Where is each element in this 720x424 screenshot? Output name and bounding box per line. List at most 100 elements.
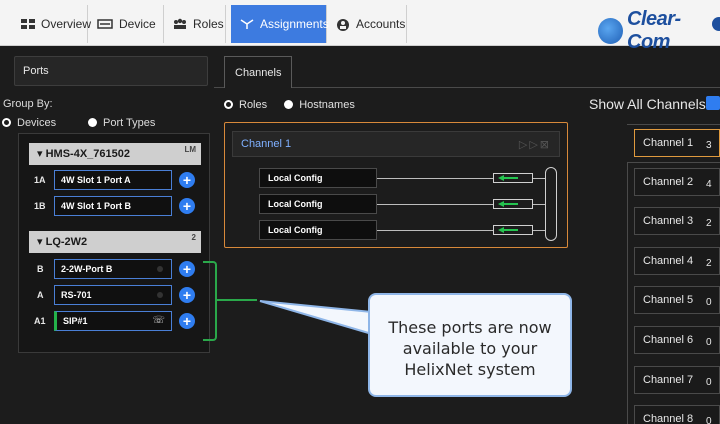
tab-accounts-label: Accounts — [356, 17, 406, 31]
tab-assignments[interactable]: Assignments — [231, 5, 329, 43]
port-row: A1 SIP#1 ☏ + — [19, 311, 209, 333]
channel-list-item[interactable]: Channel 1 3 — [634, 129, 720, 157]
channel-list-item[interactable]: Channel 8 0 — [634, 405, 720, 424]
view-hostnames-radio[interactable]: Hostnames — [284, 99, 355, 111]
tab-assignments-label: Assignments — [260, 17, 329, 31]
channel-name: Channel 8 — [643, 413, 694, 424]
channel-count: 0 — [706, 297, 712, 308]
collapse-chevron-icon: ▾ — [37, 148, 43, 160]
expand-arrow-icon[interactable] — [706, 96, 720, 110]
channel-list-item[interactable]: Channel 4 2 — [634, 247, 720, 275]
top-nav-bar: Overview Device Roles Assignments Accoun… — [0, 0, 720, 53]
port-id: A — [37, 290, 44, 300]
group-by-port-types-label: Port Types — [103, 117, 156, 129]
port-field[interactable]: RS-701 — [54, 285, 172, 305]
channel-list-item[interactable]: Channel 6 0 — [634, 326, 720, 354]
port-row: B 2-2W-Port B + — [19, 259, 209, 281]
talk-listen-toggle[interactable] — [493, 225, 533, 235]
member-local-config[interactable]: Local Config — [259, 220, 377, 240]
group-by-devices-label: Devices — [17, 117, 57, 129]
listen-bar — [504, 203, 518, 205]
logo-text: Clear-Com — [627, 8, 681, 53]
member-local-config[interactable]: Local Config — [259, 168, 377, 188]
tab-overview[interactable]: Overview — [12, 5, 92, 43]
channel-tools-icon[interactable]: ▷▷⊠ — [519, 138, 551, 151]
group-by-port-types-radio[interactable]: Port Types — [88, 117, 155, 129]
add-port-button[interactable]: + — [179, 172, 195, 188]
radio-unselected-icon — [88, 118, 97, 127]
device-icon — [97, 18, 113, 30]
channel-list-item[interactable]: Channel 7 0 — [634, 366, 720, 394]
tab-channels[interactable]: Channels — [224, 56, 292, 88]
tab-overview-label: Overview — [41, 17, 92, 31]
channel-list-item[interactable]: Channel 5 0 — [634, 286, 720, 314]
clear-com-logo: Clear-Com — [598, 8, 720, 54]
talk-listen-toggle[interactable] — [493, 199, 533, 209]
talk-listen-toggle[interactable] — [493, 173, 533, 183]
channel-name: Channel 7 — [643, 374, 694, 386]
port-row: 1B 4W Slot 1 Port B + — [19, 196, 209, 218]
annotation-bracket-tick — [217, 299, 257, 301]
port-field[interactable]: 4W Slot 1 Port B — [54, 196, 172, 216]
radio-unselected-icon — [284, 100, 294, 109]
port-status-icon — [157, 292, 163, 298]
tab-device[interactable]: Device — [88, 5, 164, 43]
channel-name: Channel 6 — [643, 334, 694, 346]
channel-name: Channel 3 — [643, 215, 694, 227]
callout-text: These ports are now available to your He… — [388, 318, 552, 379]
device-tag: LM — [184, 145, 196, 154]
member-connector-line — [377, 178, 493, 179]
logo-globe-icon — [598, 18, 624, 44]
collapse-chevron-icon: ▾ — [37, 236, 43, 248]
user-menu-icon[interactable] — [712, 17, 720, 31]
add-port-button[interactable]: + — [179, 287, 195, 303]
tab-divider — [214, 87, 224, 88]
view-roles-label: Roles — [239, 99, 268, 111]
channel-name: Channel 1 — [643, 137, 694, 149]
channel-1-panel: Channel 1 ▷▷⊠ Local Config Local Config … — [224, 122, 568, 248]
roles-people-icon — [173, 18, 187, 30]
annotation-callout: These ports are now available to your He… — [368, 293, 572, 397]
channel-bus-line — [545, 167, 557, 241]
device-tag: 2 — [191, 233, 196, 242]
listen-bar — [504, 229, 518, 231]
channel-list-item[interactable]: Channel 3 2 — [634, 207, 720, 235]
add-port-button[interactable]: + — [179, 261, 195, 277]
tab-roles[interactable]: Roles — [164, 5, 226, 43]
channel-count: 4 — [706, 179, 712, 190]
port-field[interactable]: 4W Slot 1 Port A — [54, 170, 172, 190]
channel-view-options: Roles Hostnames — [224, 99, 355, 111]
port-field[interactable]: SIP#1 ☏ — [54, 311, 172, 331]
device-name: LQ-2W2 — [45, 236, 88, 248]
view-roles-radio[interactable]: Roles — [224, 99, 267, 111]
port-id: 1B — [34, 201, 46, 211]
radio-selected-icon — [224, 100, 233, 109]
add-port-button[interactable]: + — [179, 313, 195, 329]
add-port-button[interactable]: + — [179, 198, 195, 214]
tab-divider — [292, 87, 720, 88]
tab-accounts[interactable]: Accounts — [327, 5, 407, 43]
sip-phone-icon: ☏ — [152, 315, 165, 326]
member-local-config[interactable]: Local Config — [259, 194, 377, 214]
radio-selected-icon — [2, 118, 11, 127]
show-all-channels-label[interactable]: Show All Channels — [589, 96, 706, 112]
port-name: SIP#1 — [63, 316, 88, 326]
accounts-icon — [336, 18, 350, 31]
port-field[interactable]: 2-2W-Port B — [54, 259, 172, 279]
channel-count: 0 — [706, 337, 712, 348]
device-header-lq[interactable]: ▾ LQ-2W2 2 — [29, 231, 201, 253]
port-name: 4W Slot 1 Port A — [61, 175, 131, 185]
channel-name: Channel 2 — [643, 176, 694, 188]
port-name: 2-2W-Port B — [61, 264, 113, 274]
channel-list-item[interactable]: Channel 2 4 — [634, 168, 720, 196]
port-name: 4W Slot 1 Port B — [61, 201, 132, 211]
channel-name: Channel 5 — [643, 294, 694, 306]
group-by-label: Group By: — [3, 98, 53, 110]
group-by-devices-radio[interactable]: Devices — [2, 117, 56, 129]
view-hostnames-label: Hostnames — [299, 99, 355, 111]
channel-1-header[interactable]: Channel 1 ▷▷⊠ — [232, 131, 560, 157]
port-id: 1A — [34, 175, 46, 185]
port-row: A RS-701 + — [19, 285, 209, 307]
device-header-hms[interactable]: ▾ HMS-4X_761502 LM — [29, 143, 201, 165]
member-connector-line — [533, 178, 545, 179]
